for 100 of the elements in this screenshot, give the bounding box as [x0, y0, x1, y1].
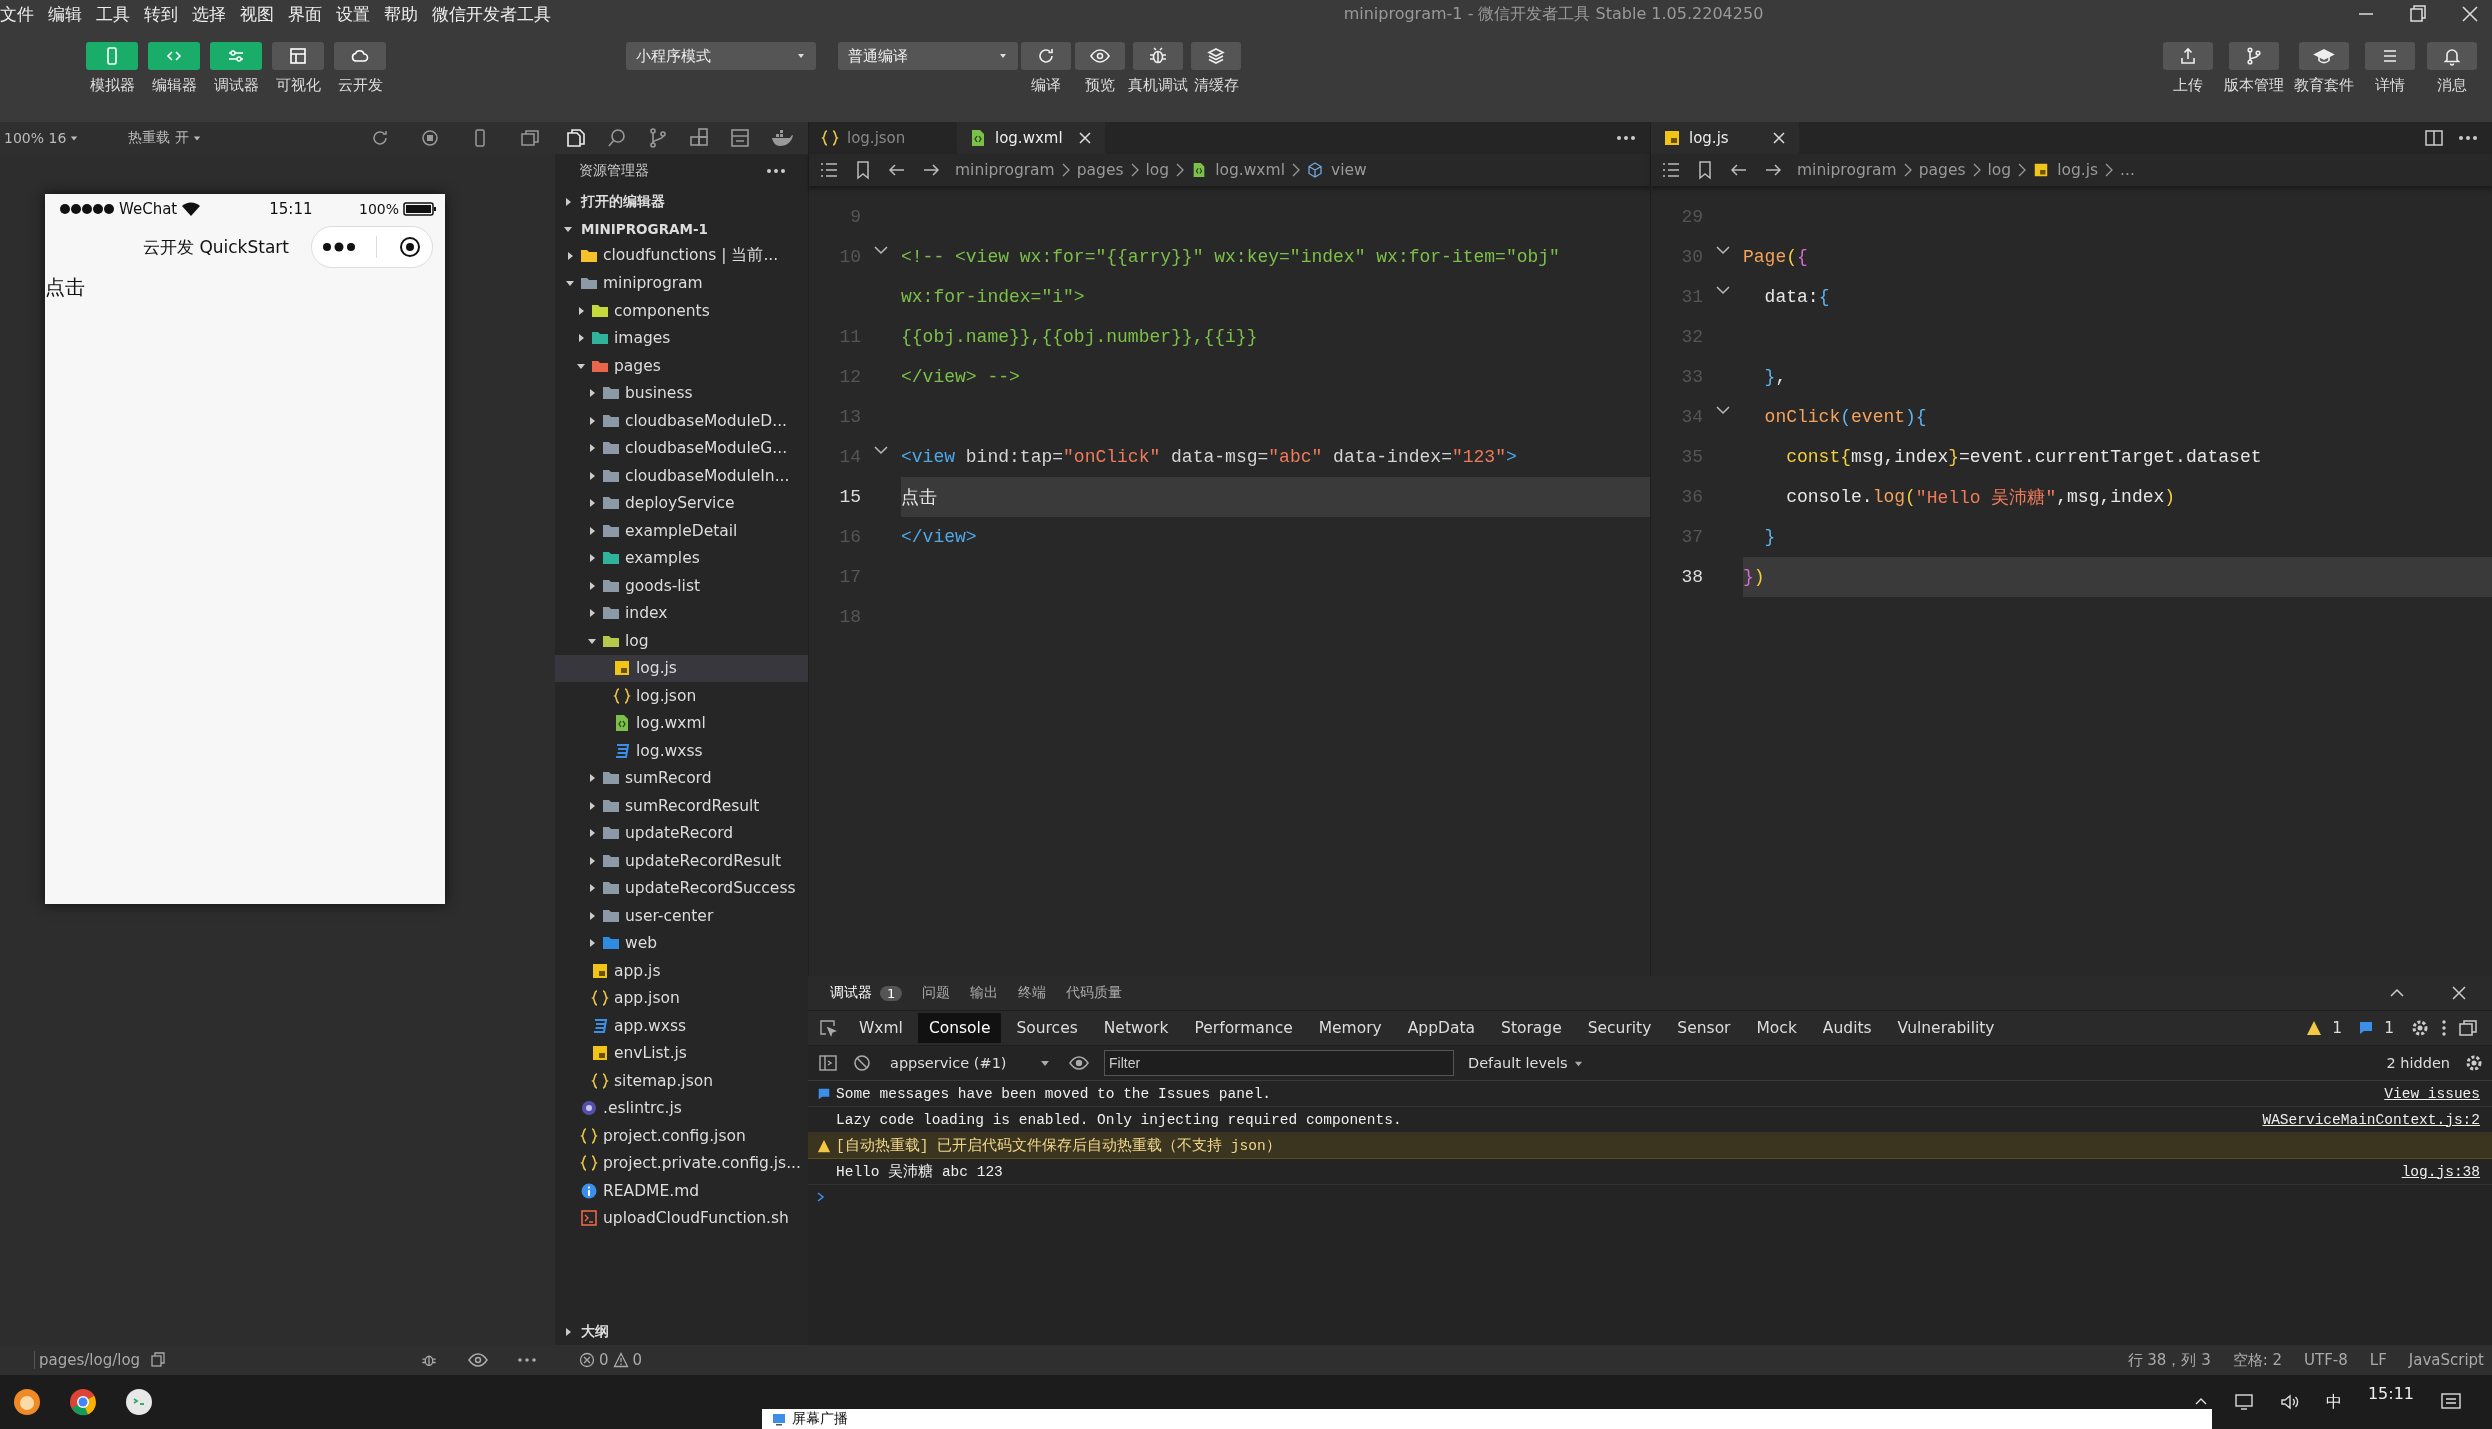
fold-icon[interactable] [1716, 245, 1730, 255]
copy-icon[interactable] [150, 1352, 167, 1368]
tree-item[interactable]: images [555, 324, 808, 352]
status-item[interactable]: JavaScript [2408, 1351, 2484, 1369]
tree-item[interactable]: project.private.config.js... [555, 1149, 808, 1177]
devtools-tab[interactable]: Vulnerability [1886, 1013, 2006, 1043]
tree-item[interactable]: log.wxss [555, 737, 808, 765]
source-link[interactable]: View issues [2384, 1085, 2480, 1102]
tree-item[interactable]: components [555, 297, 808, 325]
devtools-tab[interactable]: Storage [1490, 1013, 1573, 1043]
tree-item[interactable]: web [555, 929, 808, 957]
breadcrumb-item[interactable]: log [1987, 161, 2012, 179]
close-icon[interactable] [1773, 132, 1785, 144]
view-toggle-button[interactable] [148, 42, 200, 70]
devtools-tab[interactable]: Performance [1183, 1013, 1304, 1043]
tree-item[interactable]: updateRecord [555, 819, 808, 847]
status-item[interactable]: LF [2369, 1351, 2387, 1369]
hot-reload-select[interactable]: 热重载 开 [128, 129, 201, 147]
settings-icon[interactable] [2464, 1053, 2484, 1073]
tree-item[interactable]: miniprogram [555, 269, 808, 297]
levels-select[interactable]: Default levels [1468, 1055, 1583, 1071]
notification-bar[interactable]: 屏幕广播 [762, 1409, 2212, 1429]
view-toggle-button[interactable] [272, 42, 324, 70]
panel-tab[interactable]: 代码质量 [1066, 984, 1123, 1002]
notifications-icon[interactable] [2440, 1392, 2462, 1412]
toolbar-button[interactable] [2299, 42, 2349, 70]
toolbar-button[interactable] [2163, 42, 2213, 70]
devtools-tab[interactable]: Security [1576, 1013, 1663, 1043]
tree-item[interactable]: log.wxml [555, 709, 808, 737]
status-item[interactable]: 行 38，列 3 [2127, 1350, 2211, 1370]
tree-item[interactable]: log [555, 627, 808, 655]
menu-item[interactable]: 界面 [288, 2, 322, 26]
tree-item[interactable]: examples [555, 544, 808, 572]
tree-item[interactable]: cloudbaseModuleG... [555, 434, 808, 462]
panel-tab[interactable]: 输出 [970, 984, 999, 1002]
tree-item[interactable]: updateRecordResult [555, 847, 808, 875]
toolbar-button[interactable] [2365, 42, 2415, 70]
toolbar-button[interactable] [2427, 42, 2477, 70]
page-path[interactable]: pages/log/log [34, 1351, 141, 1369]
branch-icon[interactable] [647, 127, 669, 149]
menu-item[interactable]: 选择 [192, 2, 226, 26]
capsule-menu[interactable] [311, 226, 433, 268]
inspect-icon[interactable] [818, 1018, 838, 1038]
breadcrumb-item[interactable]: log.js [2033, 161, 2099, 179]
context-select[interactable]: appservice (#1) [886, 1055, 1054, 1071]
sidebar-toggle-icon[interactable] [818, 1053, 838, 1073]
tree-item[interactable]: app.json [555, 984, 808, 1012]
devtools-tab[interactable]: Mock [1745, 1013, 1808, 1043]
tree-item[interactable]: log.json [555, 682, 808, 710]
tree-item[interactable]: envList.js [555, 1039, 808, 1067]
devtools-tab[interactable]: Network [1092, 1013, 1180, 1043]
outline-icon[interactable] [1661, 160, 1681, 180]
more-icon[interactable] [517, 1357, 537, 1363]
section-header[interactable]: MINIPROGRAM-1 [555, 215, 808, 242]
close-icon[interactable] [1079, 132, 1091, 144]
tree-item[interactable]: goods-list [555, 572, 808, 600]
devtools-tab[interactable]: AppData [1396, 1013, 1487, 1043]
split-editor-icon[interactable] [2424, 128, 2444, 148]
page-text[interactable]: 点击 [45, 270, 85, 301]
more-icon[interactable] [766, 168, 786, 174]
view-toggle-button[interactable] [210, 42, 262, 70]
status-item[interactable]: UTF-8 [2304, 1351, 2348, 1369]
breadcrumb-item[interactable]: ... [2120, 161, 2135, 179]
compile-button[interactable] [1021, 42, 1071, 70]
clear-cache-button[interactable] [1191, 42, 1241, 70]
source-link[interactable]: log.js:38 [2401, 1163, 2480, 1180]
monitor-icon[interactable] [2233, 1393, 2254, 1411]
tree-item[interactable]: project.config.json [555, 1122, 808, 1150]
files-icon[interactable] [565, 127, 587, 149]
tree-item[interactable]: pages [555, 352, 808, 380]
mode-select[interactable]: 小程序模式 [626, 42, 816, 70]
breadcrumb-item[interactable]: log.wxml [1191, 161, 1285, 179]
panel-tab[interactable]: 问题 [922, 984, 951, 1002]
tree-item[interactable]: sumRecord [555, 764, 808, 792]
breadcrumb-item[interactable]: miniprogram [955, 161, 1055, 179]
tree-item[interactable]: sumRecordResult [555, 792, 808, 820]
view-toggle-button[interactable] [334, 42, 386, 70]
menu-item[interactable]: 转到 [144, 2, 178, 26]
breadcrumb-item[interactable]: view [1306, 161, 1367, 179]
chat-icon[interactable] [124, 1387, 154, 1417]
tree-item[interactable]: deployService [555, 489, 808, 517]
tree-item[interactable]: cloudfunctions | 当前... [555, 242, 808, 270]
extensions-icon[interactable] [688, 127, 710, 149]
stop-icon[interactable] [419, 127, 441, 149]
tree-item[interactable]: cloudbaseModuleD... [555, 407, 808, 435]
clear-icon[interactable] [852, 1053, 872, 1073]
view-toggle-button[interactable] [86, 42, 138, 70]
devtools-tab[interactable]: Sensor [1666, 1013, 1742, 1043]
settings-icon[interactable] [2410, 1018, 2430, 1038]
preview-button[interactable] [1075, 42, 1125, 70]
more-icon[interactable] [1616, 135, 1636, 141]
app-icon[interactable] [12, 1387, 42, 1417]
tree-item[interactable]: sitemap.json [555, 1067, 808, 1095]
menu-item[interactable]: 微信开发者工具 [432, 2, 551, 26]
tree-item[interactable]: cloudbaseModuleIn... [555, 462, 808, 490]
tree-item[interactable]: updateRecordSuccess [555, 874, 808, 902]
dock-icon[interactable] [2458, 1018, 2478, 1038]
debug-button[interactable] [1133, 42, 1183, 70]
storage-icon[interactable] [729, 127, 751, 149]
kebab-menu-icon[interactable] [2440, 1018, 2448, 1038]
